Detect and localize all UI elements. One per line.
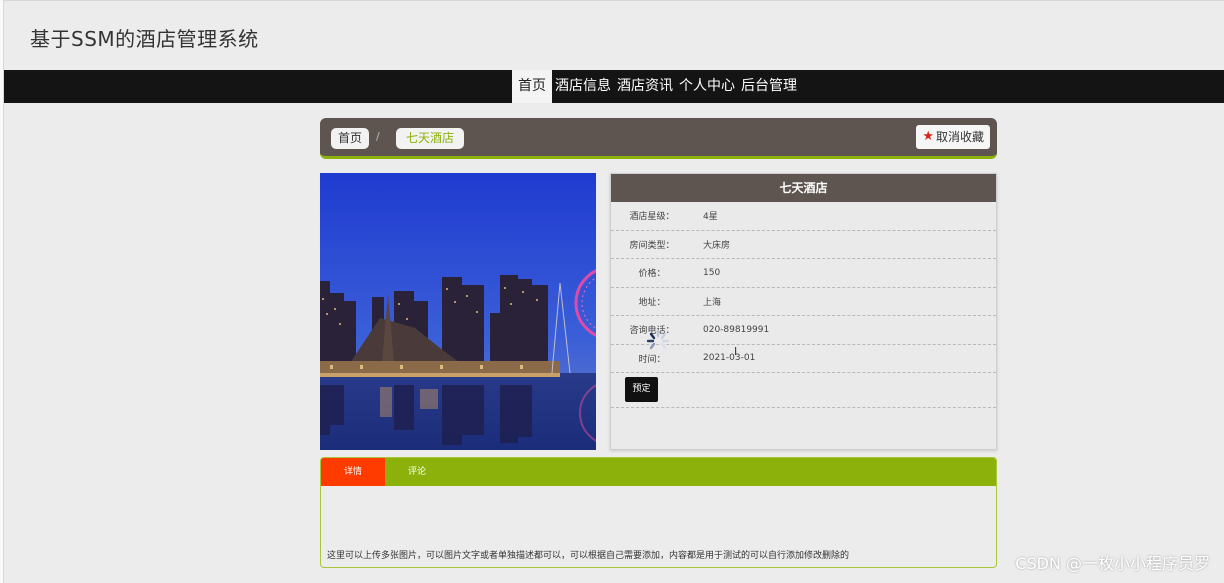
- cancel-favorite-button[interactable]: ★ 取消收藏: [916, 125, 990, 149]
- nav-item-home[interactable]: 首页: [512, 70, 552, 103]
- info-label: 房间类型：: [629, 240, 675, 251]
- breadcrumb-home[interactable]: 首页: [331, 128, 370, 149]
- nav-item-personal-center[interactable]: 个人中心: [676, 70, 738, 103]
- breadcrumb-separator: /: [376, 130, 380, 143]
- nav-item-admin[interactable]: 后台管理: [738, 70, 800, 103]
- info-value: 大床房: [703, 240, 731, 251]
- hotel-info-panel: 七天酒店 酒店星级： 4星 房间类型： 大床房 价格： 150 地址： 上海 咨…: [610, 173, 997, 450]
- info-value: 2021-03-01: [703, 353, 756, 364]
- info-label: 酒店星级：: [629, 212, 675, 223]
- info-row-room-type: 房间类型： 大床房: [611, 231, 996, 259]
- hotel-photo: [320, 173, 596, 450]
- tab-details[interactable]: 详情: [321, 458, 385, 486]
- info-value: 150: [703, 267, 721, 278]
- star-icon: ★: [922, 129, 934, 144]
- detail-tabs: 详情 评论 这里可以上传多张图片，可以图片文字或者单独描述都可以，可以根据自己需…: [320, 457, 997, 568]
- book-button[interactable]: 预定: [625, 377, 658, 402]
- info-row-star-level: 酒店星级： 4星: [611, 202, 996, 231]
- csdn-watermark: CSDN @一枚小小程序员罗: [1015, 554, 1210, 573]
- tab-comments[interactable]: 评论: [385, 458, 449, 486]
- nav-item-hotel-info[interactable]: 酒店信息: [552, 70, 614, 103]
- text-cursor-icon: I: [734, 345, 738, 358]
- info-value: 上海: [703, 297, 722, 308]
- info-row-price: 价格： 150: [611, 259, 996, 288]
- cancel-favorite-label: 取消收藏: [935, 130, 984, 144]
- info-row-address: 地址： 上海: [611, 288, 996, 316]
- hotel-name: 七天酒店: [611, 174, 996, 202]
- site-title: 基于SSM的酒店管理系统: [30, 27, 259, 51]
- detail-text: 这里可以上传多张图片，可以图片文字或者单独描述都可以，可以根据自己需要添加，内容…: [327, 551, 850, 561]
- loading-spinner-icon: [646, 329, 670, 350]
- city-night-image: [320, 173, 596, 450]
- info-value: 4星: [703, 212, 718, 223]
- nav-item-hotel-news[interactable]: 酒店资讯: [614, 70, 676, 103]
- breadcrumb-current: 七天酒店: [396, 128, 465, 149]
- info-label: 价格：: [638, 269, 666, 280]
- site-header: 基于SSM的酒店管理系统: [4, 0, 1224, 70]
- info-label: 地址：: [638, 297, 666, 308]
- book-row: 预定: [611, 373, 996, 408]
- info-value: 020-89819991: [703, 324, 770, 335]
- main-nav: 首页 酒店信息 酒店资讯 个人中心 后台管理: [4, 70, 1224, 103]
- breadcrumb: 首页 / 七天酒店 ★ 取消收藏: [320, 118, 997, 159]
- tab-bar: 详情 评论: [321, 458, 996, 486]
